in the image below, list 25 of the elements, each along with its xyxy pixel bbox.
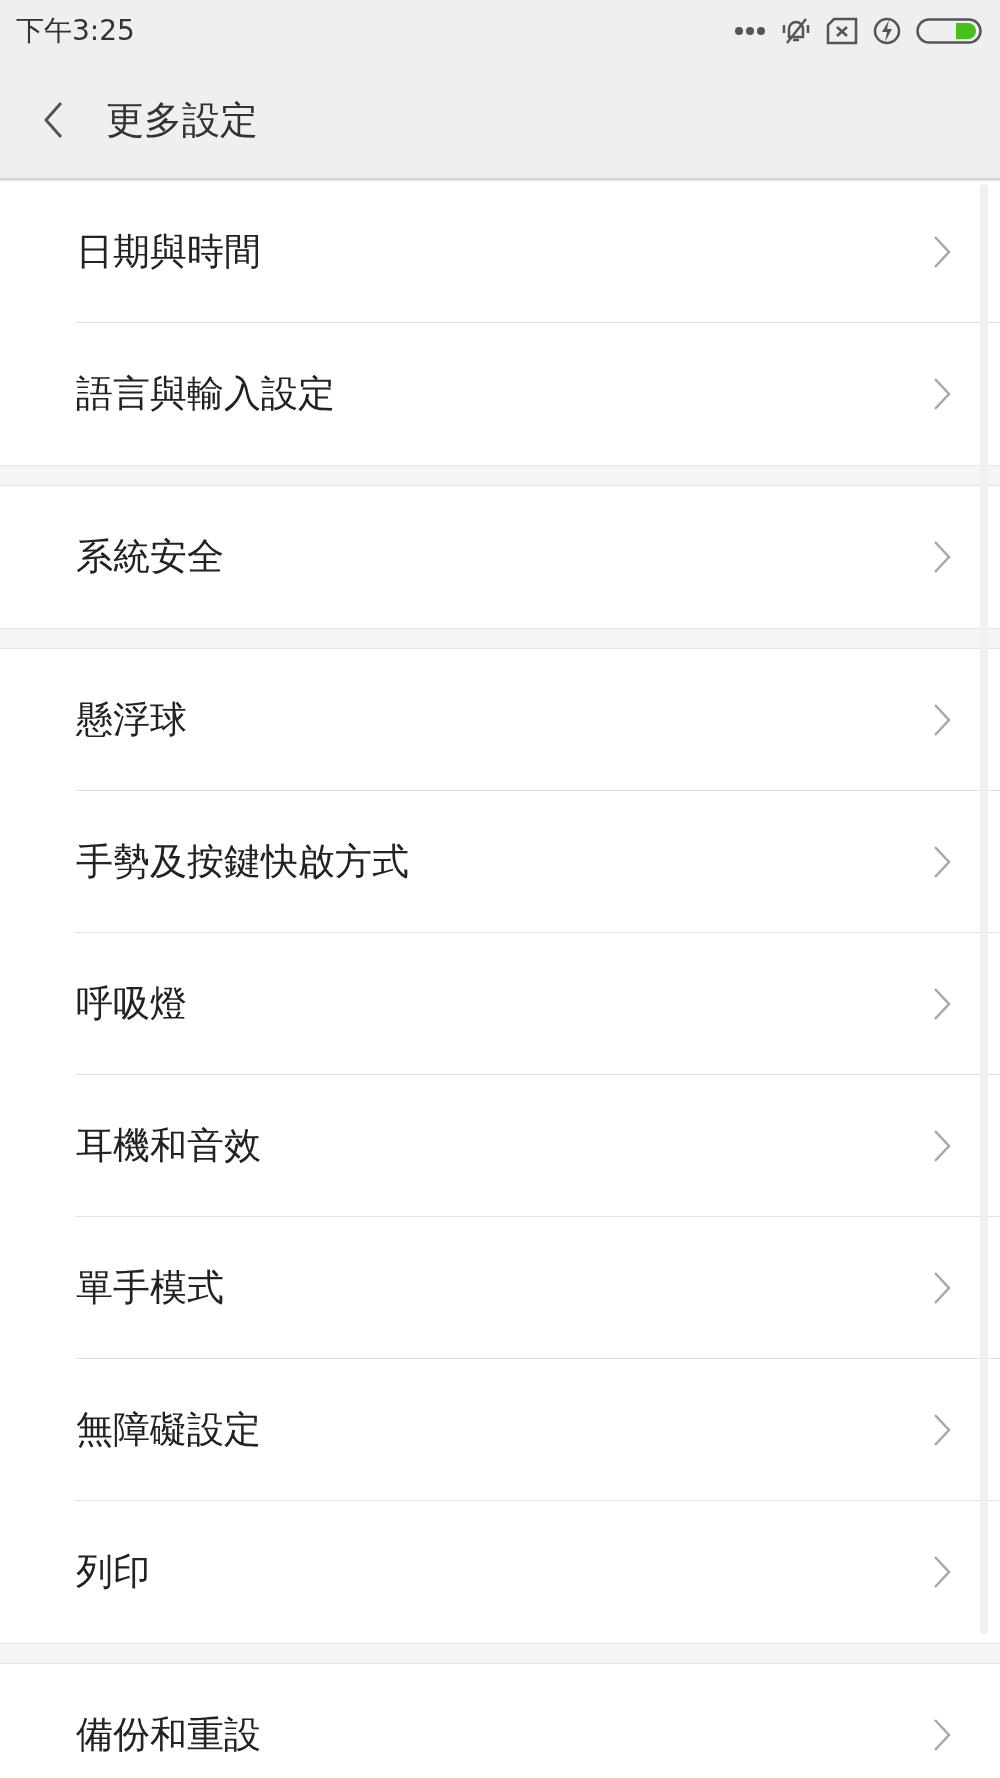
battery-icon [916, 18, 982, 44]
chevron-right-icon [932, 376, 952, 412]
settings-label: 日期與時間 [76, 228, 261, 275]
settings-item[interactable]: 備份和重設 [76, 1664, 1000, 1778]
settings-label: 系統安全 [76, 534, 224, 581]
settings-label: 耳機和音效 [76, 1122, 261, 1169]
page-title: 更多設定 [106, 96, 258, 144]
settings-item[interactable]: 列印 [76, 1501, 1000, 1643]
chevron-right-icon [932, 1554, 952, 1590]
chevron-right-icon [932, 1717, 952, 1753]
chevron-right-icon [932, 539, 952, 575]
settings-item[interactable]: 系統安全 [76, 486, 1000, 628]
charging-icon [872, 16, 902, 46]
settings-label: 呼吸燈 [76, 980, 187, 1027]
more-dots-icon [734, 26, 766, 36]
settings-label: 語言與輸入設定 [76, 371, 335, 418]
settings-item[interactable]: 語言與輸入設定 [76, 323, 1000, 465]
settings-label: 單手模式 [76, 1264, 224, 1311]
settings-label: 無障礙設定 [76, 1406, 261, 1453]
settings-label: 懸浮球 [76, 696, 187, 743]
settings-label: 手勢及按鍵快啟方式 [76, 838, 409, 885]
no-sim-icon [826, 17, 858, 45]
settings-label: 列印 [76, 1549, 150, 1596]
settings-label: 備份和重設 [76, 1712, 261, 1759]
status-time: 下午3:25 [16, 13, 135, 49]
